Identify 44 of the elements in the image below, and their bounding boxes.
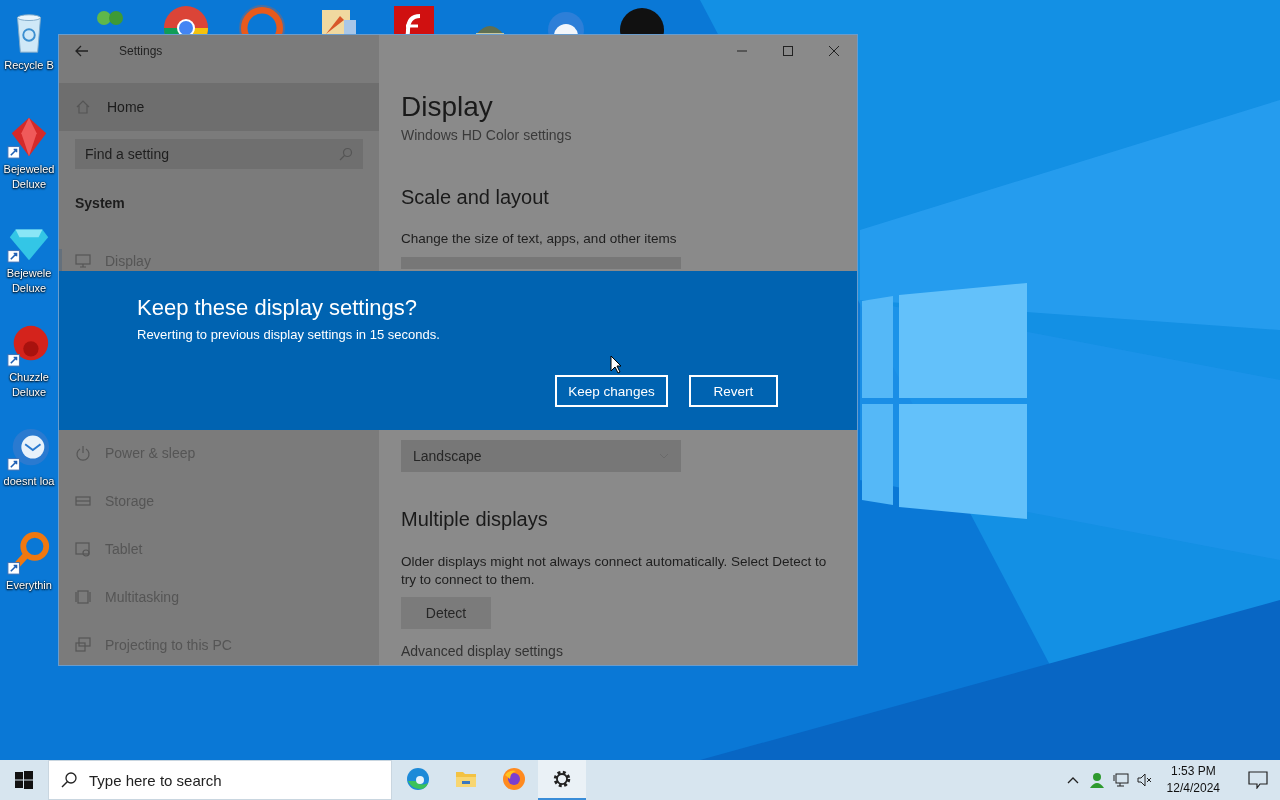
description-text: Older displays might not always connect automatically. Select Detect to try to connect to them. bbox=[401, 553, 828, 589]
banner-title: Keep these display settings? bbox=[137, 294, 419, 322]
search-icon bbox=[339, 147, 353, 161]
search-icon bbox=[61, 772, 77, 788]
desktop-icon-label[interactable]: Bejewele Deluxe bbox=[0, 266, 58, 296]
search-field[interactable]: Find a setting bbox=[75, 139, 363, 169]
maximize-icon[interactable] bbox=[783, 46, 793, 56]
keep-changes-button[interactable]: Keep changes bbox=[555, 375, 668, 407]
desktop-icon-label[interactable]: Bejeweled Deluxe bbox=[0, 162, 58, 192]
banner-message: Reverting to previous display settings in 15 seconds. bbox=[137, 326, 441, 344]
taskbar-button[interactable] bbox=[538, 760, 586, 800]
desktop-icon-label[interactable]: Everythin bbox=[0, 578, 58, 593]
edge-icon[interactable] bbox=[406, 767, 430, 791]
hd-color-link[interactable]: Windows HD Color settings bbox=[401, 127, 572, 143]
revert-button[interactable]: Revert bbox=[689, 375, 778, 407]
home-nav-item[interactable]: Home bbox=[59, 83, 379, 131]
windows-logo-icon[interactable] bbox=[15, 771, 33, 789]
clock-time[interactable]: 1:53 PM bbox=[1170, 763, 1216, 780]
desktop-icon-label[interactable]: doesnt loa bbox=[0, 474, 58, 489]
mouse-cursor-icon bbox=[610, 355, 622, 374]
section-heading: Multiple displays bbox=[401, 507, 549, 532]
chevron-up-icon[interactable] bbox=[1066, 776, 1079, 784]
desktop-icon-label[interactable]: Chuzzle Deluxe bbox=[0, 370, 58, 400]
mail-icon[interactable] bbox=[6, 426, 52, 472]
advanced-settings-link[interactable]: Advanced display settings bbox=[401, 641, 563, 661]
desktop-icon-label[interactable]: Recycle B bbox=[0, 58, 58, 73]
close-icon[interactable] bbox=[829, 46, 839, 56]
settings-icon[interactable] bbox=[551, 768, 573, 790]
network-icon[interactable] bbox=[1112, 772, 1129, 788]
magnifier-icon[interactable] bbox=[6, 530, 52, 576]
taskbar-search-field[interactable]: Type here to search bbox=[48, 760, 392, 800]
clock-date[interactable]: 12/4/2024 bbox=[1166, 780, 1220, 797]
window-title: Settings bbox=[119, 44, 163, 58]
page-title: Display bbox=[401, 90, 494, 124]
section-heading: System bbox=[75, 194, 126, 213]
detect-button[interactable]: Detect bbox=[401, 597, 491, 629]
orientation-dropdown[interactable]: Landscape bbox=[401, 440, 681, 472]
back-arrow-icon[interactable] bbox=[75, 45, 89, 57]
setting-label: Change the size of text, apps, and other items bbox=[401, 230, 678, 248]
muted-speaker-icon[interactable] bbox=[1136, 772, 1153, 788]
person-icon[interactable] bbox=[1088, 772, 1105, 788]
firefox-icon[interactable] bbox=[502, 767, 526, 791]
notification-icon[interactable] bbox=[1248, 771, 1268, 789]
section-heading: Scale and layout bbox=[401, 185, 550, 210]
